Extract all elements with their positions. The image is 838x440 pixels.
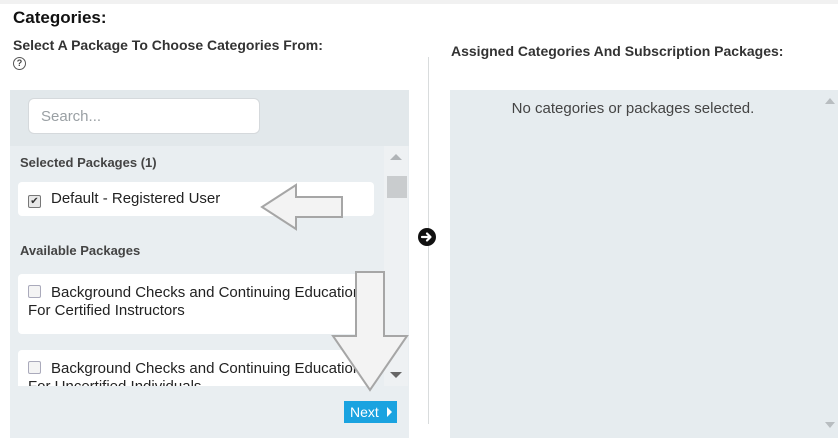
package-item-available[interactable]: Background Checks and Continuing Educati… <box>18 350 374 386</box>
right-heading: Assigned Categories And Subscription Pac… <box>451 43 784 59</box>
next-button[interactable]: Next <box>344 401 397 423</box>
scroll-down-arrow-icon[interactable] <box>825 422 835 428</box>
arrow-right-circle-icon[interactable] <box>418 228 436 246</box>
left-heading: Select A Package To Choose Categories Fr… <box>13 37 418 70</box>
available-packages-label: Available Packages <box>20 243 141 258</box>
left-heading-text: Select A Package To Choose Categories Fr… <box>13 37 323 53</box>
scroll-thumb[interactable] <box>387 176 407 198</box>
next-label: Next <box>350 404 379 420</box>
checkbox-icon[interactable]: ✔ <box>28 195 41 208</box>
package-item-available[interactable]: Background Checks and Continuing Educati… <box>18 274 374 334</box>
scroll-up-arrow-icon[interactable] <box>390 154 402 160</box>
page-title: Categories: <box>13 8 107 27</box>
down-pointer-arrow-icon <box>331 271 409 392</box>
help-icon[interactable]: ? <box>13 57 26 70</box>
scroll-up-arrow-icon[interactable] <box>825 98 835 104</box>
top-border <box>0 0 838 4</box>
search-bar <box>10 90 409 146</box>
package-label: Default - Registered User <box>51 190 221 207</box>
search-input[interactable] <box>28 98 260 134</box>
selected-packages-label: Selected Packages (1) <box>20 155 157 170</box>
package-label: Background Checks and Continuing Educati… <box>28 360 362 386</box>
assigned-panel: No categories or packages selected. <box>450 90 838 438</box>
caret-right-icon <box>387 407 392 417</box>
left-pointer-arrow-icon <box>260 183 343 231</box>
checkbox-icon[interactable] <box>28 285 41 298</box>
package-label: Background Checks and Continuing Educati… <box>28 284 362 319</box>
empty-message: No categories or packages selected. <box>511 100 755 117</box>
checkbox-icon[interactable] <box>28 361 41 374</box>
